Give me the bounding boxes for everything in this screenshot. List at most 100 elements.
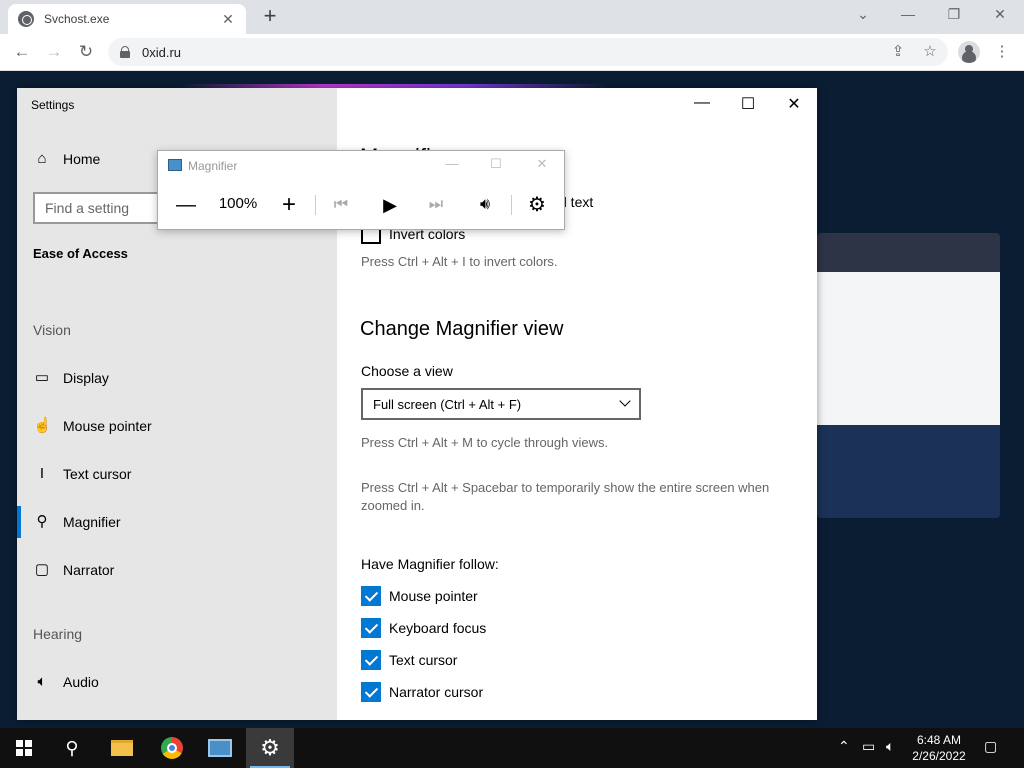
search-placeholder: Find a setting: [45, 200, 130, 216]
magnifier-title: Magnifier: [188, 159, 238, 173]
tab-close-icon[interactable]: ✕: [220, 11, 236, 28]
section-title: Ease of Access: [33, 246, 128, 261]
file-explorer-icon[interactable]: [98, 728, 146, 768]
home-label: Home: [63, 151, 101, 167]
toolbar-separator: [315, 195, 316, 215]
speaker-icon: 🔈︎: [37, 673, 47, 690]
magnifier-titlebar[interactable]: Magnifier — ☐ ✕: [158, 151, 564, 181]
checkbox-label: Mouse pointer: [389, 588, 478, 604]
restore-icon[interactable]: ❐: [944, 6, 964, 23]
lock-icon: [120, 46, 130, 58]
taskbar: ⚲ ⚙ ⌃ ▭ 🔈︎ 6:48 AM 2/26/2022 ▢: [0, 728, 1024, 768]
next-paragraph-icon[interactable]: ⏭: [424, 193, 448, 217]
zoom-level: 100%: [218, 195, 258, 212]
settings-minimize-icon[interactable]: —: [687, 94, 717, 114]
search-icon[interactable]: ⚲: [48, 728, 96, 768]
narrator-icon: ▢: [34, 561, 50, 578]
sidebar-item-label: Audio: [63, 674, 99, 690]
start-button[interactable]: [0, 728, 48, 768]
clock-time: 6:48 AM: [916, 733, 962, 747]
chrome-icon[interactable]: [148, 728, 196, 768]
minimize-icon[interactable]: —: [898, 6, 918, 22]
view-select[interactable]: Full screen (Ctrl + Alt + F): [361, 388, 641, 420]
tab-title: Svchost.exe: [44, 12, 110, 26]
magnifier-app-icon: [168, 159, 182, 171]
checkbox-label: Text cursor: [389, 652, 458, 668]
taskbar-clock[interactable]: 6:48 AM 2/26/2022: [906, 732, 972, 764]
settings-maximize-icon[interactable]: ☐: [733, 94, 763, 114]
view-select-value: Full screen (Ctrl + Alt + F): [373, 396, 522, 412]
checkbox-label: Keyboard focus: [389, 620, 487, 636]
toolbar-separator: [511, 195, 512, 215]
menu-kebab-icon[interactable]: ⋮: [990, 40, 1014, 64]
zoom-in-button[interactable]: +: [277, 193, 301, 217]
bookmark-star-icon[interactable]: ☆: [918, 40, 942, 64]
settings-close-icon[interactable]: ✕: [779, 94, 809, 114]
browser-tab[interactable]: Svchost.exe ✕: [8, 4, 246, 34]
sidebar-item-narrator[interactable]: ▢ Narrator: [33, 560, 114, 580]
home-icon: ⌂: [37, 150, 47, 167]
url-text: 0xid.ru: [142, 44, 182, 60]
group-head-vision: Vision: [33, 322, 71, 338]
zoom-out-button[interactable]: —: [174, 193, 198, 217]
follow-label: Have Magnifier follow:: [361, 556, 499, 572]
play-icon[interactable]: ▶: [378, 193, 402, 217]
text-cursor-icon: I: [39, 465, 45, 482]
browser-toolbar: ← → ↻ 0xid.ru ⇪ ☆ ⋮: [0, 34, 1024, 71]
settings-taskbar-icon[interactable]: ⚙: [246, 728, 294, 768]
checkbox-box[interactable]: [361, 586, 381, 606]
follow-keyboard-focus-checkbox[interactable]: Keyboard focus: [361, 618, 486, 638]
spacebar-hint: Press Ctrl + Alt + Spacebar to temporari…: [361, 480, 770, 513]
volume-icon[interactable]: 🔈︎: [886, 738, 894, 755]
previous-paragraph-icon[interactable]: ⏮: [329, 193, 353, 217]
checkbox-label: Narrator cursor: [389, 684, 484, 700]
address-bar[interactable]: 0xid.ru: [108, 38, 948, 66]
back-icon[interactable]: ←: [10, 40, 34, 64]
follow-text-cursor-checkbox[interactable]: Text cursor: [361, 650, 457, 670]
follow-mouse-pointer-checkbox[interactable]: Mouse pointer: [361, 586, 478, 606]
magnifier-maximize-icon[interactable]: ☐: [486, 156, 506, 172]
clock-date: 2/26/2022: [912, 749, 966, 763]
sidebar-item-mouse-pointer[interactable]: ☝ Mouse pointer: [33, 416, 152, 436]
close-window-icon[interactable]: ✕: [990, 6, 1010, 23]
notifications-icon[interactable]: ▢: [984, 738, 997, 755]
checkbox-box[interactable]: [361, 650, 381, 670]
sidebar-item-label: Display: [63, 370, 109, 386]
browser-tab-strip: Svchost.exe ✕ + ⌄ — ❐ ✕: [0, 0, 1024, 34]
sidebar-item-text-cursor[interactable]: I Text cursor: [33, 464, 132, 484]
magnifier-close-icon[interactable]: ✕: [532, 156, 552, 172]
magnifier-toolbar-window: Magnifier — ☐ ✕ — 100% + ⏮ ▶ ⏭ 🔊︎ ⚙: [157, 150, 565, 230]
view-section-heading: Change Magnifier view: [360, 318, 564, 340]
invert-hint: Press Ctrl + Alt + I to invert colors.: [361, 254, 558, 269]
page-card-header: [817, 233, 1000, 273]
sidebar-item-home[interactable]: ⌂ Home: [33, 150, 100, 168]
choose-view-label: Choose a view: [361, 363, 453, 379]
network-icon[interactable]: ▭: [862, 738, 875, 755]
windows-logo-icon: [16, 740, 32, 756]
globe-icon: [18, 11, 34, 27]
profile-avatar[interactable]: [958, 41, 980, 63]
new-tab-button[interactable]: +: [258, 5, 282, 29]
checkbox-box[interactable]: [361, 618, 381, 638]
group-head-hearing: Hearing: [33, 626, 83, 642]
read-from-here-icon[interactable]: 🔊︎: [473, 193, 497, 217]
chevron-down-icon: [619, 395, 631, 407]
sidebar-item-label: Magnifier: [63, 514, 121, 530]
magnifier-minimize-icon[interactable]: —: [442, 156, 462, 171]
tab-search-chevron-icon[interactable]: ⌄: [853, 6, 873, 23]
page-card-body: [817, 272, 1000, 425]
page-card-footer: [817, 425, 1000, 518]
magnifier-taskbar-icon[interactable]: [196, 728, 244, 768]
reload-icon[interactable]: ↻: [74, 40, 98, 64]
sidebar-item-audio[interactable]: 🔈︎ Audio: [33, 672, 99, 692]
share-icon[interactable]: ⇪: [886, 40, 910, 64]
mouse-pointer-icon: ☝: [33, 417, 52, 434]
sidebar-item-magnifier[interactable]: ⚲ Magnifier: [17, 506, 121, 538]
forward-icon[interactable]: →: [42, 40, 66, 64]
sidebar-item-label: Mouse pointer: [63, 418, 152, 434]
checkbox-box[interactable]: [361, 682, 381, 702]
tray-chevron-up-icon[interactable]: ⌃: [838, 738, 850, 755]
gear-icon[interactable]: ⚙: [525, 193, 549, 217]
follow-narrator-cursor-checkbox[interactable]: Narrator cursor: [361, 682, 483, 702]
sidebar-item-display[interactable]: ▭ Display: [33, 368, 109, 388]
